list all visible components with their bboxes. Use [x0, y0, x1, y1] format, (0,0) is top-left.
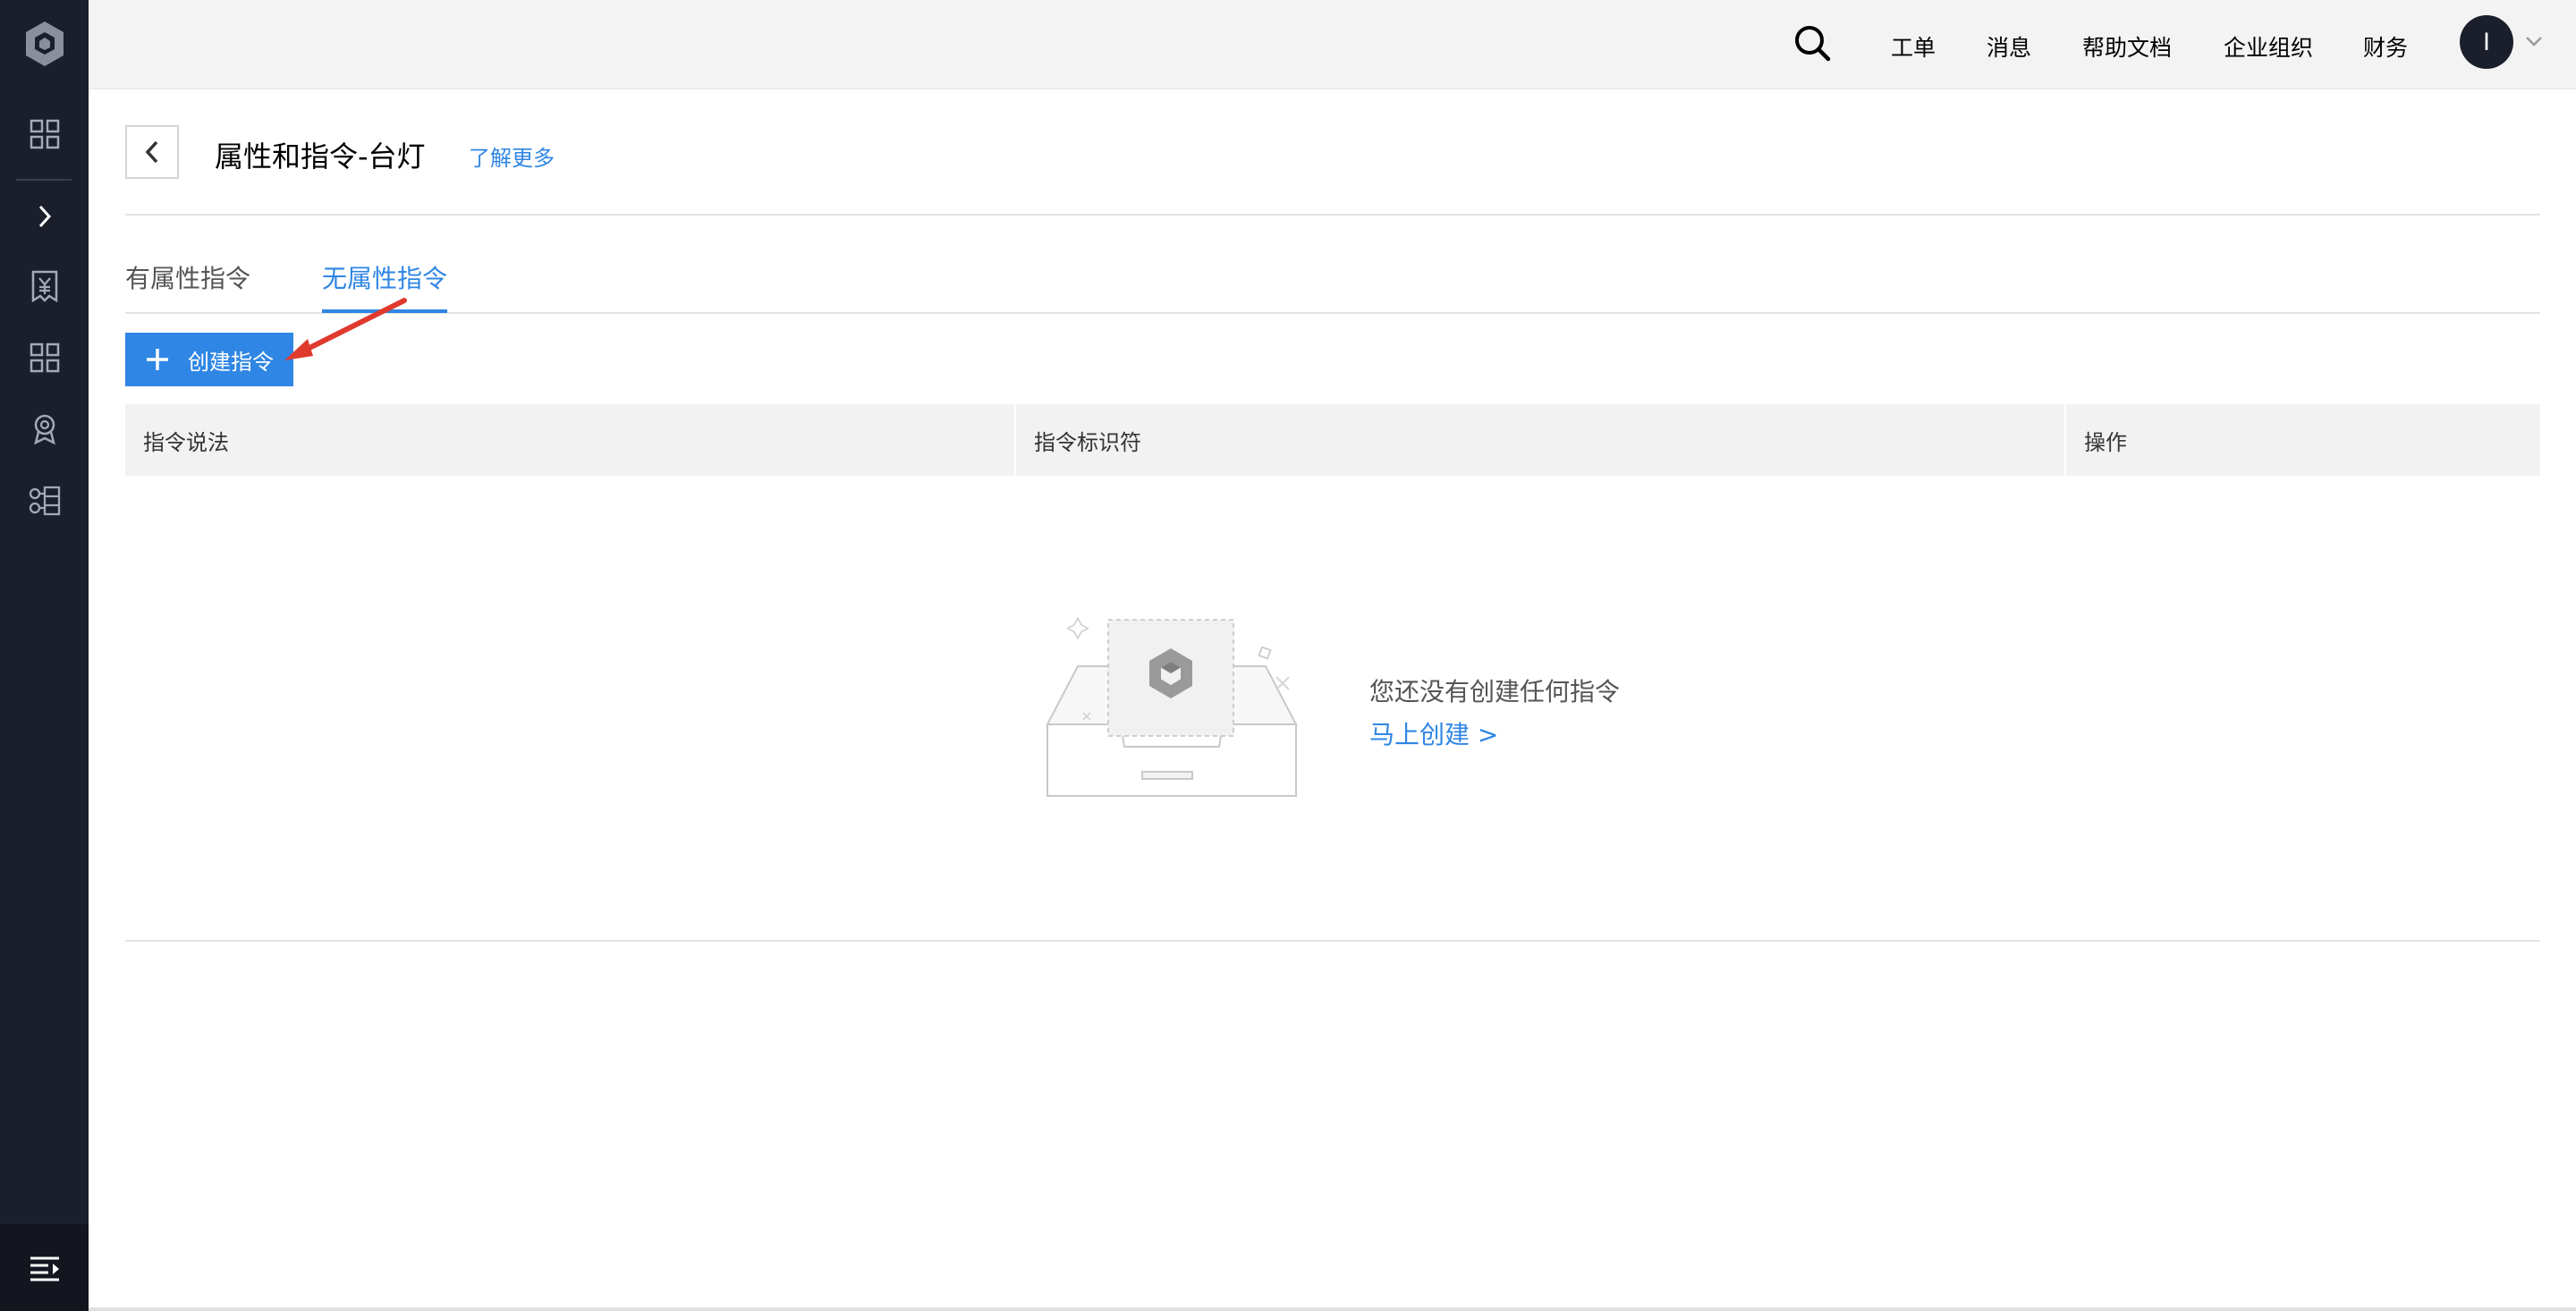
- sidebar-item-workflow[interactable]: [0, 474, 89, 528]
- nav-link-organization[interactable]: 企业组织: [2224, 30, 2313, 63]
- sidebar-expand-toggle[interactable]: [0, 190, 89, 243]
- sidebar-item-dashboard[interactable]: [0, 107, 89, 161]
- column-separator: [2064, 404, 2066, 476]
- create-now-link[interactable]: 马上创建 >: [1369, 715, 1498, 751]
- sidebar-item-apps[interactable]: [0, 331, 89, 385]
- sidebar: [0, 0, 89, 1311]
- menu-collapse-icon: [30, 1256, 59, 1281]
- back-button[interactable]: [125, 125, 179, 179]
- sidebar-collapse-button[interactable]: [0, 1224, 89, 1311]
- chevron-left-icon: [145, 140, 158, 164]
- sidebar-item-badge[interactable]: [0, 402, 89, 456]
- logo-icon: [26, 21, 64, 66]
- header-divider: [125, 214, 2540, 216]
- empty-state-message: 您还没有创建任何指令: [1369, 677, 1621, 706]
- annotation-arrow-icon: [284, 298, 407, 360]
- tabs-divider: [125, 312, 2540, 314]
- user-avatar[interactable]: I: [2460, 15, 2513, 69]
- tab-without-attribute-commands[interactable]: 无属性指令: [322, 259, 447, 295]
- column-header-actions: 操作: [2084, 429, 2127, 455]
- expand-chevron-icon: [38, 205, 51, 228]
- empty-box-icon: [1046, 616, 1298, 797]
- billing-icon: [31, 270, 57, 302]
- sidebar-divider: [16, 179, 72, 181]
- chevron-down-icon[interactable]: [2524, 34, 2544, 48]
- plus-icon: [147, 349, 168, 370]
- dashboard-grid-icon: [30, 119, 59, 149]
- table-header: 指令说法 指令标识符 操作: [125, 404, 2540, 476]
- column-separator: [1014, 404, 1016, 476]
- learn-more-link[interactable]: 了解更多: [469, 140, 555, 172]
- sidebar-item-billing[interactable]: [0, 259, 89, 313]
- workflow-icon: [29, 486, 60, 516]
- create-command-label: 创建指令: [188, 349, 274, 375]
- page-title: 属性和指令-台灯: [215, 140, 426, 173]
- table-bottom-divider: [125, 940, 2540, 942]
- badge-icon: [33, 414, 55, 444]
- nav-link-help-docs[interactable]: 帮助文档: [2082, 30, 2172, 63]
- page-bottom-border: [89, 1307, 2576, 1311]
- apps-grid-icon: [30, 343, 59, 373]
- nav-link-finance[interactable]: 财务: [2363, 30, 2408, 63]
- column-header-command-identifier: 指令标识符: [1034, 429, 1141, 455]
- nav-link-tickets[interactable]: 工单: [1891, 30, 1936, 63]
- column-header-command-phrase: 指令说法: [143, 429, 229, 455]
- create-command-button[interactable]: 创建指令: [125, 333, 293, 386]
- search-icon[interactable]: [1792, 23, 1832, 63]
- tab-with-attribute-commands[interactable]: 有属性指令: [125, 259, 250, 295]
- nav-link-messages[interactable]: 消息: [1987, 30, 2031, 63]
- top-navigation-bar: 工单 消息 帮助文档 企业组织 财务 I: [89, 0, 2576, 89]
